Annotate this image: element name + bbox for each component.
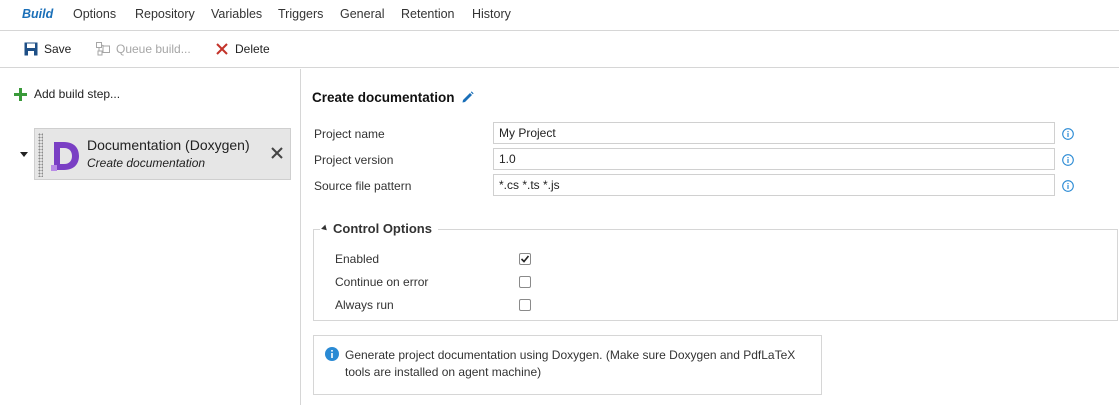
project-name-input[interactable] <box>493 122 1055 144</box>
build-step-doxygen[interactable]: Documentation (Doxygen) Create documenta… <box>34 128 291 180</box>
source-file-pattern-label: Source file pattern <box>314 179 412 193</box>
expand-caret-icon <box>321 224 329 233</box>
info-icon[interactable] <box>1062 180 1074 192</box>
info-icon[interactable] <box>1062 128 1074 140</box>
save-label: Save <box>44 42 72 56</box>
delete-button[interactable]: Delete <box>215 42 270 56</box>
add-build-step-button[interactable]: Add build step... <box>14 87 120 101</box>
queue-build-icon <box>96 42 110 56</box>
tab-general[interactable]: General <box>340 7 384 21</box>
control-options-title: Control Options <box>333 221 432 236</box>
project-name-label: Project name <box>314 127 385 141</box>
add-build-step-label: Add build step... <box>34 87 121 101</box>
tab-variables[interactable]: Variables <box>211 7 262 21</box>
tab-history[interactable]: History <box>472 7 511 21</box>
project-version-label: Project version <box>314 153 394 167</box>
task-description-text: Generate project documentation using Dox… <box>345 348 796 379</box>
plus-icon <box>14 87 27 101</box>
control-options-toggle[interactable]: Control Options <box>320 221 438 236</box>
save-button[interactable]: Save <box>24 42 71 56</box>
checkmark-icon <box>520 255 530 263</box>
continue-on-error-label: Continue on error <box>335 275 429 289</box>
build-steps-pane: Add build step... Documentation (Doxygen… <box>0 69 301 405</box>
queue-build-button[interactable]: Queue build... <box>96 42 191 56</box>
collapse-caret-icon[interactable] <box>20 152 28 157</box>
step-details-pane: Create documentation Project name Projec… <box>302 69 1119 405</box>
save-icon <box>24 42 38 56</box>
always-run-checkbox[interactable] <box>519 299 531 311</box>
enabled-label: Enabled <box>335 252 380 266</box>
always-run-label: Always run <box>335 298 394 312</box>
continue-on-error-checkbox[interactable] <box>519 276 531 288</box>
definition-tabs: Build Options Repository Variables Trigg… <box>0 0 1119 31</box>
remove-step-icon[interactable] <box>269 145 285 161</box>
delete-label: Delete <box>235 42 270 56</box>
project-version-input[interactable] <box>493 148 1055 170</box>
page-title: Create documentation <box>312 90 455 105</box>
drag-handle[interactable] <box>38 133 43 177</box>
toolbar: Save Queue build... Delete <box>0 31 1119 68</box>
info-icon[interactable] <box>1062 154 1074 166</box>
pencil-icon[interactable] <box>461 91 474 104</box>
step-details-title: Create documentation <box>312 90 474 105</box>
control-options-group: Control Options Enabled Continue on erro… <box>313 221 1118 321</box>
task-description-box: Generate project documentation using Dox… <box>313 335 822 395</box>
doxygen-logo-icon <box>51 142 79 171</box>
info-circle-icon <box>325 347 339 361</box>
queue-build-label: Queue build... <box>116 42 191 56</box>
source-file-pattern-input[interactable] <box>493 174 1055 196</box>
delete-icon <box>216 43 228 55</box>
step-title: Documentation (Doxygen) <box>87 137 250 153</box>
tab-options[interactable]: Options <box>73 7 116 21</box>
tab-triggers[interactable]: Triggers <box>278 7 323 21</box>
step-subtitle: Create documentation <box>87 156 206 170</box>
tab-build[interactable]: Build <box>22 7 53 21</box>
tab-repository[interactable]: Repository <box>135 7 195 21</box>
tab-retention[interactable]: Retention <box>401 7 455 21</box>
enabled-checkbox[interactable] <box>519 253 531 265</box>
